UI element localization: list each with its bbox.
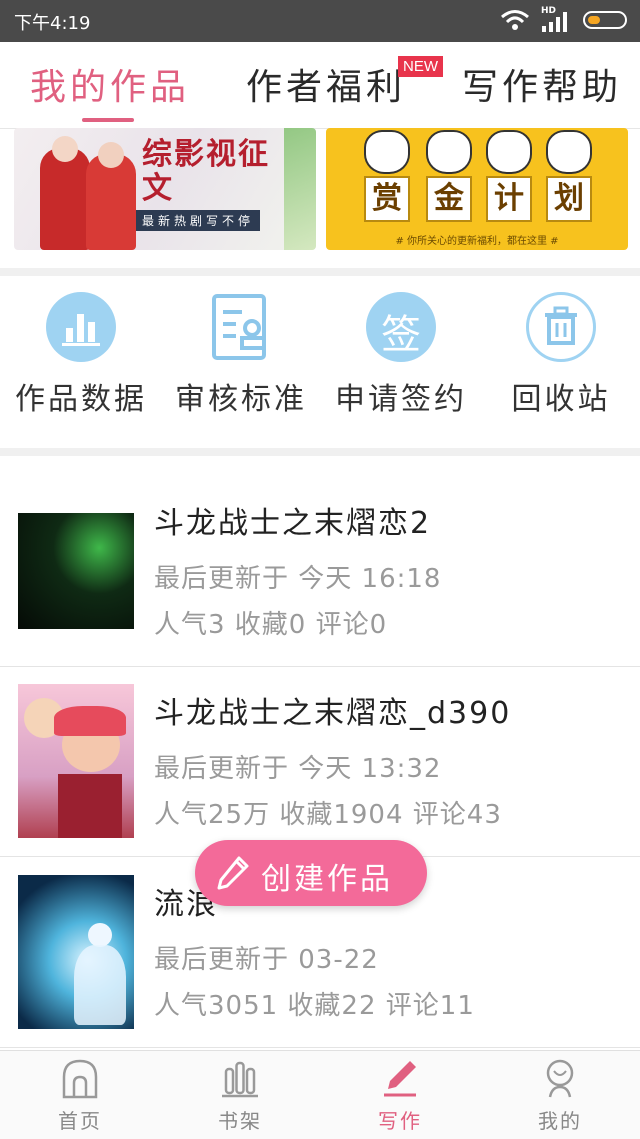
tool-label: 申请签约	[335, 382, 467, 417]
nav-bookshelf[interactable]: 书架	[180, 1057, 300, 1134]
tool-label: 作品数据	[15, 382, 147, 417]
nav-home[interactable]: 首页	[20, 1057, 140, 1134]
nav-label: 书架	[218, 1109, 262, 1133]
tool-work-data[interactable]: 作品数据	[6, 292, 156, 418]
banner-figure-head	[52, 136, 78, 162]
active-tab-indicator	[82, 118, 134, 122]
pencil-icon	[217, 856, 249, 890]
section-divider	[0, 268, 640, 276]
cat-icon	[546, 130, 592, 174]
bookshelf-icon	[222, 1061, 258, 1098]
tab-my-works[interactable]: 我的作品	[30, 58, 190, 110]
bar-chart-icon	[46, 292, 116, 362]
sign-glyph: 签	[381, 312, 421, 358]
work-updated: 最后更新于 今天 16:18	[154, 564, 442, 594]
document-review-icon	[206, 292, 276, 362]
signal-icon	[542, 12, 567, 32]
home-icon	[62, 1059, 98, 1099]
banner-figure-head	[98, 142, 124, 168]
banner-bounty-plan[interactable]: 赏 金 计 划 # 你所关心的更新福利，都在这里 #	[326, 128, 628, 250]
work-stats: 人气3051 收藏22 评论11	[154, 991, 475, 1021]
work-updated: 最后更新于 今天 13:32	[154, 754, 442, 784]
work-item[interactable]: 斗龙战士之末熠恋2 最后更新于 今天 16:18 人气3 收藏0 评论0	[0, 476, 640, 667]
tool-label: 回收站	[511, 382, 611, 417]
nav-me[interactable]: 我的	[500, 1057, 620, 1134]
tab-writing-help[interactable]: 写作帮助	[462, 58, 622, 110]
status-bar: 下午4:19 HD	[0, 0, 640, 42]
nav-label: 写作	[378, 1109, 422, 1133]
battery-icon	[583, 11, 627, 29]
tab-author-benefits[interactable]: 作者福利	[246, 58, 406, 110]
work-stats: 人气25万 收藏1904 评论43	[154, 800, 502, 830]
work-cover	[18, 684, 134, 838]
banner-cats	[326, 128, 628, 176]
work-cover	[18, 513, 134, 629]
bottom-nav: 首页 书架 写作 我的	[0, 1050, 640, 1139]
nav-label: 首页	[58, 1109, 102, 1133]
pen-icon	[384, 1061, 416, 1097]
new-badge: NEW	[398, 56, 443, 77]
work-title: 斗龙战士之末熠恋2	[154, 506, 432, 541]
create-work-label: 创建作品	[261, 862, 393, 897]
banner-footer: # 你所关心的更新福利，都在这里 #	[395, 236, 559, 247]
trash-icon	[526, 292, 596, 362]
cat-icon	[364, 130, 410, 174]
banner-title: 综影视征文	[142, 137, 270, 206]
status-time: 下午4:19	[14, 13, 91, 34]
create-work-button[interactable]: 创建作品	[195, 840, 427, 906]
cat-icon	[426, 130, 472, 174]
nav-write[interactable]: 写作	[340, 1057, 460, 1134]
sign-badge-icon: 签	[366, 292, 436, 362]
work-cover	[18, 875, 134, 1029]
work-updated: 最后更新于 03-22	[154, 945, 379, 975]
profile-icon	[546, 1059, 574, 1098]
banner-subtitle: 最新热剧写不停	[136, 210, 261, 231]
tool-label: 审核标准	[175, 382, 307, 417]
tool-review-standard[interactable]: 审核标准	[166, 292, 316, 418]
wifi-icon	[501, 10, 529, 30]
banner-char: 划	[546, 176, 592, 222]
banner-char: 赏	[364, 176, 410, 222]
banner-drama-contest[interactable]: 综影视征文 最新热剧写不停	[14, 128, 316, 250]
banner-figure	[86, 154, 136, 250]
work-item[interactable]: 斗龙战士之末熠恋_d390 最后更新于 今天 13:32 人气25万 收藏190…	[0, 666, 640, 857]
banner-char: 金	[426, 176, 472, 222]
nav-label: 我的	[538, 1109, 582, 1133]
tool-apply-contract[interactable]: 签 申请签约	[326, 292, 476, 418]
work-title: 斗龙战士之末熠恋_d390	[154, 696, 512, 731]
cat-icon	[486, 130, 532, 174]
work-stats: 人气3 收藏0 评论0	[154, 610, 388, 640]
tool-recycle-bin[interactable]: 回收站	[486, 292, 636, 418]
section-divider	[0, 448, 640, 456]
banner-figure	[40, 148, 90, 250]
top-tabs: 我的作品 作者福利 NEW 写作帮助	[0, 42, 640, 129]
banner-char: 计	[486, 176, 532, 222]
